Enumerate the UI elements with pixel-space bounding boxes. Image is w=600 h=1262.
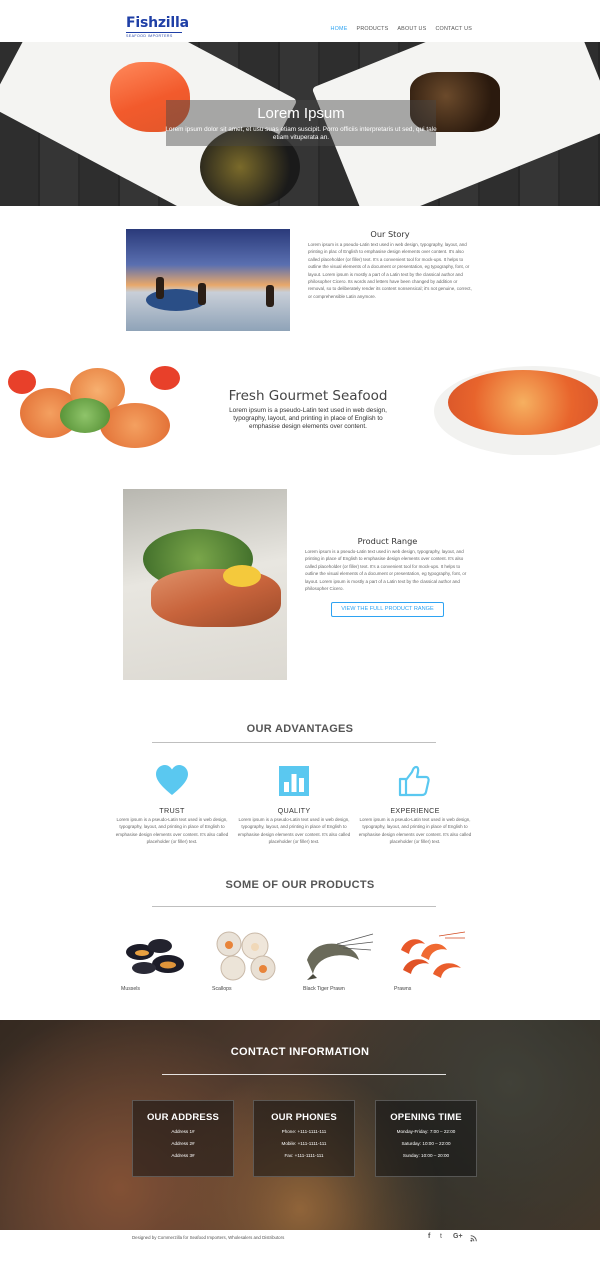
address-line: Address 2# — [171, 1141, 195, 1146]
nav-about-us[interactable]: ABOUT US — [397, 26, 426, 32]
facebook-icon[interactable]: f — [428, 1233, 430, 1240]
salmon-fillet — [151, 569, 281, 627]
hero-banner: Lorem Ipsum Lorem ipsum dolor sit amet, … — [0, 42, 600, 206]
gourmet-title: Fresh Gourmet Seafood — [228, 388, 388, 404]
main-nav: HOME PRODUCTS ABOUT US CONTACT US — [331, 26, 472, 32]
contact-title: CONTACT INFORMATION — [230, 1046, 370, 1058]
lemon — [223, 565, 261, 587]
prawns-image[interactable] — [395, 930, 467, 982]
advantage-trust-text: Lorem ipsum is a pseudo-Latin text used … — [115, 817, 229, 845]
hours-line: Monday-Friday: 7:00 – 22:00 — [396, 1129, 456, 1134]
product-name-prawns[interactable]: Prawns — [394, 986, 411, 992]
fisherman — [266, 285, 274, 307]
contact-section: CONTACT INFORMATION OUR ADDRESS Address … — [0, 1020, 600, 1230]
scallops-image[interactable] — [211, 930, 283, 982]
address-box: OUR ADDRESS Address 1# Address 2# Addres… — [132, 1100, 234, 1177]
hero-title: Lorem Ipsum — [257, 105, 345, 122]
hours-line: Saturday: 10:00 – 22:00 — [401, 1141, 451, 1146]
mobile-line: Mobile: +111-1111-111 — [281, 1141, 327, 1146]
fax-line: Fax: +111-1111-111 — [284, 1153, 324, 1158]
boat — [146, 289, 206, 311]
twitter-icon[interactable]: t — [440, 1233, 442, 1240]
shrimp-plate-image — [430, 360, 600, 455]
divider — [162, 1074, 446, 1075]
nav-home[interactable]: HOME — [331, 26, 348, 32]
divider — [152, 906, 436, 907]
tomato-rose — [8, 370, 36, 394]
story-text: Lorem ipsum is a pseudo-Latin text used … — [308, 242, 472, 299]
advantage-trust-title: TRUST — [159, 806, 185, 815]
advantage-quality-title: QUALITY — [277, 806, 311, 815]
story-title: Our Story — [370, 229, 410, 239]
address-line: Address 3# — [171, 1153, 195, 1158]
story-image — [126, 229, 290, 331]
prawns — [448, 370, 598, 435]
rss-icon[interactable] — [470, 1235, 477, 1242]
product-range-text: Lorem ipsum is a pseudo-Latin text used … — [305, 549, 467, 592]
shrimp — [100, 403, 170, 448]
heart-icon — [156, 765, 188, 795]
opening-time-box: OPENING TIME Monday-Friday: 7:00 – 22:00… — [375, 1100, 477, 1177]
logo-name: Fishzilla — [126, 15, 189, 31]
divider — [152, 742, 436, 743]
advantage-experience-title: EXPERIENCE — [390, 806, 440, 815]
product-range-title: Product Range — [357, 536, 418, 546]
gourmet-text: Lorem ipsum is a pseudo-Latin text used … — [229, 407, 387, 430]
bar-chart-icon — [279, 766, 309, 796]
advantages-title: OUR ADVANTAGES — [246, 723, 354, 735]
fisherman — [198, 283, 206, 305]
product-name-scallops[interactable]: Scallops — [212, 986, 232, 992]
product-name-black-tiger-prawn[interactable]: Black Tiger Prawn — [303, 986, 345, 992]
logo[interactable]: Fishzilla SEAFOOD IMPORTERS — [126, 16, 189, 38]
address-line: Address 1# — [171, 1129, 195, 1134]
product-name-mussels[interactable]: Mussels — [121, 986, 140, 992]
black-tiger-prawn-image[interactable] — [303, 930, 375, 982]
nav-products[interactable]: PRODUCTS — [357, 26, 389, 32]
opening-time-title: OPENING TIME — [390, 1112, 462, 1123]
hero-text: Lorem ipsum dolor sit amet, et usu suas … — [165, 126, 437, 141]
thumbs-up-icon — [398, 765, 430, 797]
fisherman — [156, 277, 164, 299]
nav-contact-us[interactable]: CONTACT US — [435, 26, 472, 32]
view-product-range-button[interactable]: VIEW THE FULL PRODUCT RANGE — [331, 602, 444, 617]
advantage-quality-text: Lorem ipsum is a pseudo-Latin text used … — [237, 817, 351, 845]
shrimp-appetizer-image — [0, 358, 190, 458]
tomato-rose — [150, 366, 180, 390]
products-title: SOME OF OUR PRODUCTS — [225, 879, 375, 891]
mussels-image[interactable] — [120, 930, 192, 982]
phone-line: Phone: +111-1111-111 — [281, 1129, 327, 1134]
phones-title: OUR PHONES — [271, 1112, 337, 1123]
footer-credit: Designed by Commerzilla for Seafood Impo… — [132, 1235, 285, 1240]
cucumber — [60, 398, 110, 433]
google-plus-icon[interactable]: G+ — [453, 1233, 463, 1240]
grilled-salmon-image — [123, 489, 287, 680]
address-title: OUR ADDRESS — [146, 1112, 220, 1123]
logo-tagline: SEAFOOD IMPORTERS — [126, 32, 182, 38]
phones-box: OUR PHONES Phone: +111-1111-111 Mobile: … — [253, 1100, 355, 1177]
hours-line: Sunday: 10:00 – 20:00 — [402, 1153, 450, 1158]
site-header: Fishzilla SEAFOOD IMPORTERS HOME PRODUCT… — [0, 0, 600, 42]
advantage-experience-text: Lorem ipsum is a pseudo-Latin text used … — [358, 817, 472, 845]
